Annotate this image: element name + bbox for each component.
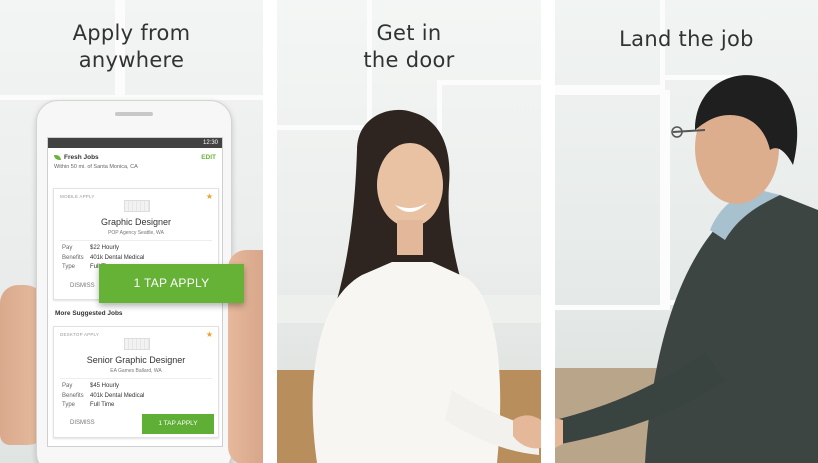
star-icon[interactable]: ★ xyxy=(206,330,213,339)
company-logo xyxy=(124,338,150,350)
star-icon[interactable]: ★ xyxy=(206,192,213,201)
job-title: Graphic Designer xyxy=(100,217,172,227)
detail-key: Pay xyxy=(62,383,73,389)
detail-value: $45 Hourly xyxy=(90,383,120,389)
more-suggested-jobs: More Suggested Jobs xyxy=(55,310,123,317)
one-tap-apply-button-large[interactable]: 1 TAP APPLY xyxy=(99,264,244,303)
dismiss-button[interactable]: DISMISS xyxy=(70,283,95,289)
company-name: EA Games Ballard, WA xyxy=(110,368,162,374)
job-details: Pay $45 Hourly Benefits 401k Dental Medica… xyxy=(62,382,144,411)
apply-tag: MOBILE APPLY xyxy=(60,194,95,199)
status-time: 12:30 xyxy=(202,140,218,146)
detail-value: $22 Hourly xyxy=(90,245,120,251)
detail-key: Type xyxy=(62,264,76,270)
company-logo xyxy=(124,200,150,212)
phone-speaker xyxy=(115,112,153,116)
headline: Apply from anywhere xyxy=(0,20,263,74)
apply-tag: DESKTOP APPLY xyxy=(60,332,100,337)
divider xyxy=(60,240,212,241)
headline-line: Land the job xyxy=(619,27,754,51)
leaf-icon xyxy=(54,155,61,160)
divider xyxy=(60,378,212,379)
headline-line: anywhere xyxy=(78,48,185,72)
app-header: Fresh Jobs EDIT Within 50 mi. of Santa M… xyxy=(48,148,222,170)
status-bar: 12:30 xyxy=(48,138,222,148)
headline-line: the door xyxy=(363,48,455,72)
detail-key: Pay xyxy=(62,245,73,251)
company-name: POP Agency Seattle, WA xyxy=(108,230,164,236)
headline-line: Apply from xyxy=(72,21,191,45)
panel-get-in-the-door: Get in the door xyxy=(277,0,541,463)
dismiss-button[interactable]: DISMISS xyxy=(70,420,95,426)
panel-apply-from-anywhere: Apply from anywhere 12:30 Fresh Jobs EDI… xyxy=(0,0,263,463)
job-card[interactable]: DESKTOP APPLY ★ Senior Graphic Designer … xyxy=(53,326,219,438)
detail-key: Benefits xyxy=(62,392,84,399)
app-title-text: Fresh Jobs xyxy=(64,154,99,161)
panel-land-the-job: Land the job xyxy=(555,0,818,463)
one-tap-apply-button[interactable]: 1 TAP APPLY xyxy=(142,414,214,434)
app-title: Fresh Jobs xyxy=(54,154,99,161)
detail-value: 401k Dental Medical xyxy=(90,254,145,261)
detail-key: Benefits xyxy=(62,254,84,261)
detail-key: Type xyxy=(62,402,76,408)
headline: Land the job xyxy=(555,26,818,53)
headline: Get in the door xyxy=(277,20,541,74)
detail-value: 401k Dental Medical xyxy=(90,392,145,399)
headline-line: Get in xyxy=(376,21,442,45)
detail-value: Full Time xyxy=(90,402,115,408)
man-illustration xyxy=(555,75,818,463)
job-title: Senior Graphic Designer xyxy=(86,355,186,365)
location-subtitle: Within 50 mi. of Santa Monica, CA xyxy=(54,164,138,170)
edit-button[interactable]: EDIT xyxy=(201,154,216,161)
